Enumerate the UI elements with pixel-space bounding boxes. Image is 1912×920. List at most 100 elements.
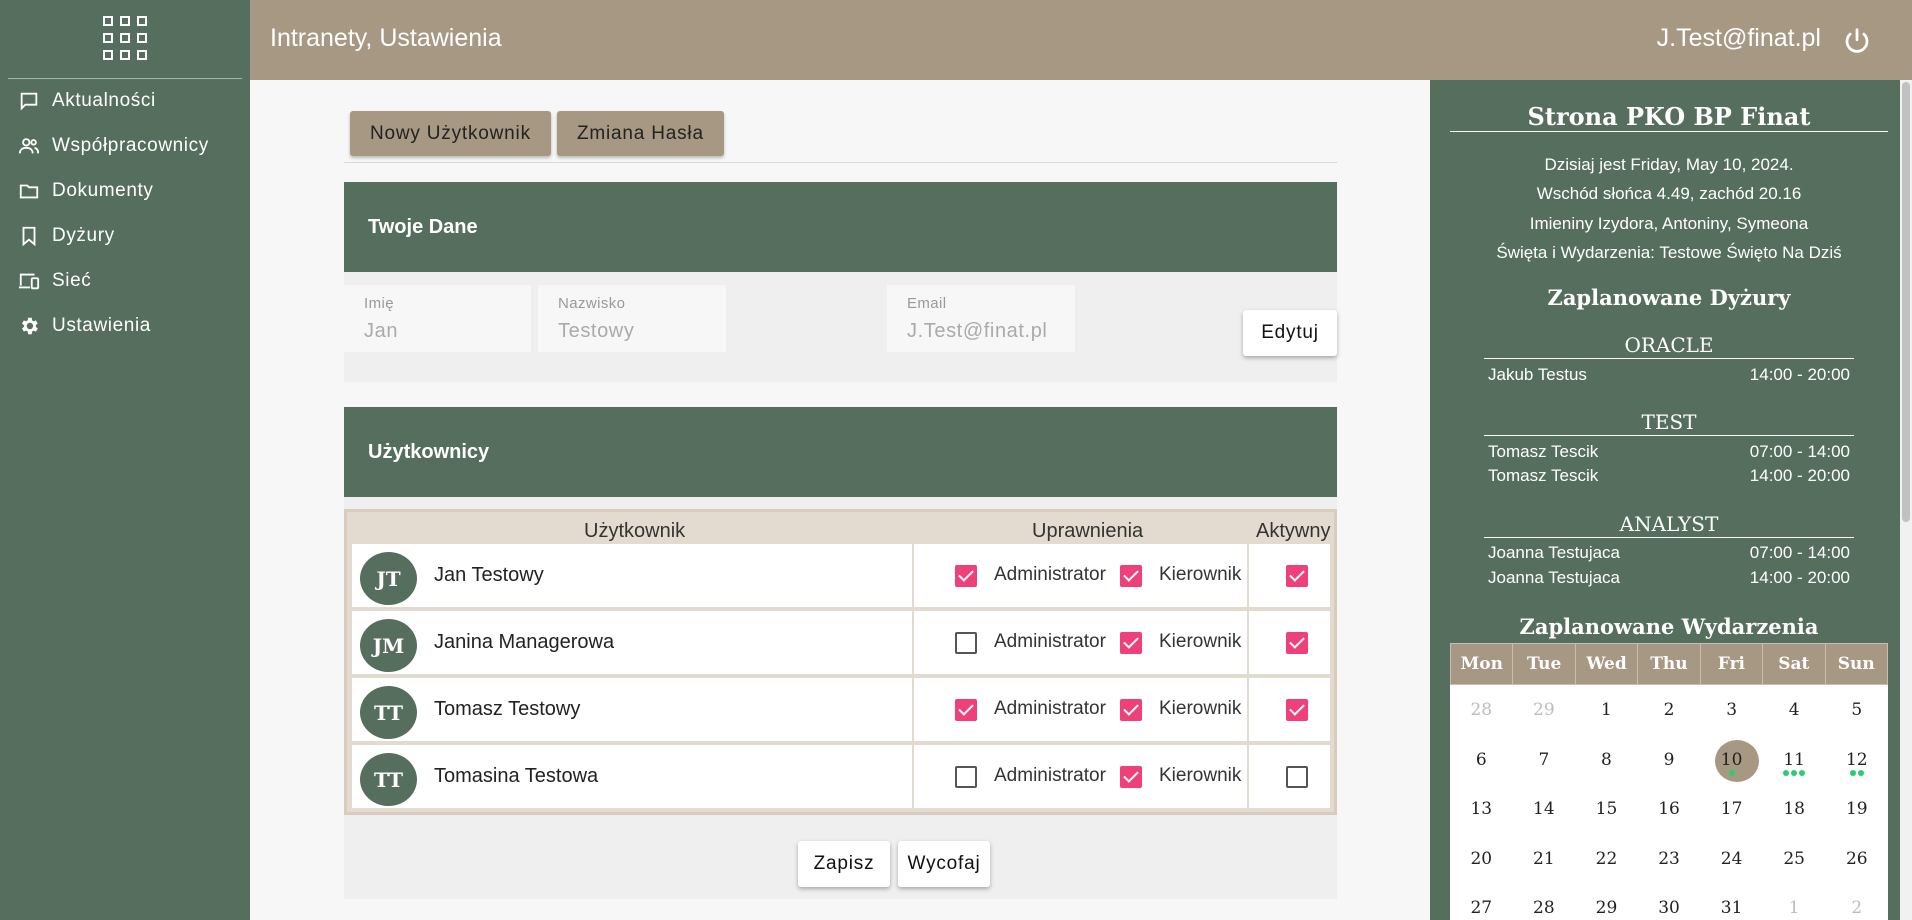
divider xyxy=(1247,544,1249,607)
calendar-day[interactable]: 15 xyxy=(1575,784,1638,834)
last-name-label: Nazwisko xyxy=(558,295,626,312)
day-number: 1 xyxy=(1788,898,1800,918)
power-icon[interactable] xyxy=(1842,26,1872,56)
admin-checkbox[interactable] xyxy=(955,565,977,587)
day-number: 24 xyxy=(1720,848,1743,869)
calendar-day[interactable]: 25 xyxy=(1763,834,1826,884)
calendar-day[interactable]: 2 xyxy=(1825,883,1888,920)
day-number: 1 xyxy=(1601,700,1612,720)
calendar-day[interactable]: 28 xyxy=(1450,685,1513,735)
calendar-day[interactable]: 22 xyxy=(1575,834,1638,884)
avatar: JM xyxy=(360,619,417,672)
sidebar-item-ustawienia[interactable]: Ustawienia xyxy=(18,311,151,341)
sidebar-item-wspolpracownicy[interactable]: Współpracownicy xyxy=(18,131,209,161)
calendar-day[interactable]: 16 xyxy=(1638,784,1701,834)
day-number: 28 xyxy=(1470,700,1493,720)
calendar-day[interactable]: 13 xyxy=(1450,784,1513,834)
day-number: 5 xyxy=(1851,700,1863,720)
divider xyxy=(912,678,914,741)
divider xyxy=(1247,611,1249,674)
calendar-day[interactable]: 19 xyxy=(1825,784,1888,834)
calendar-day[interactable]: 9 xyxy=(1638,735,1701,785)
admin-label: Administrator xyxy=(994,698,1106,719)
shift-entry: Jakub Testus 14:00 - 20:00 xyxy=(1488,365,1850,385)
calendar-day[interactable]: 29 xyxy=(1575,883,1638,920)
calendar-day[interactable]: 24 xyxy=(1700,834,1763,884)
day-number: 25 xyxy=(1783,848,1805,869)
calendar-day[interactable]: 12 xyxy=(1825,735,1888,785)
change-password-button[interactable]: Zmiana Hasła xyxy=(557,111,724,156)
calendar-day[interactable]: 3 xyxy=(1700,685,1763,735)
calendar-week: 28 29 1 2 3 4 5 xyxy=(1450,685,1888,735)
edit-button[interactable]: Edytuj xyxy=(1243,310,1337,356)
calendar-day[interactable]: 26 xyxy=(1825,834,1888,884)
calendar-day[interactable]: 2 xyxy=(1638,685,1701,735)
event-dot xyxy=(1857,769,1864,776)
calendar-day[interactable]: 29 xyxy=(1513,685,1576,735)
calendar-day[interactable]: 1 xyxy=(1763,883,1826,920)
day-number: 31 xyxy=(1720,898,1743,918)
calendar-day[interactable]: 21 xyxy=(1513,834,1576,884)
manager-checkbox[interactable] xyxy=(1120,565,1142,587)
event-dot xyxy=(1849,769,1856,776)
last-name-value: Testowy xyxy=(558,320,635,342)
calendar-day[interactable]: 8 xyxy=(1575,735,1638,785)
event-dots xyxy=(1825,769,1888,776)
table-row: TT Tomasz Testowy Administrator Kierowni… xyxy=(352,678,1330,741)
column-header-permissions: Uprawnienia xyxy=(1032,520,1144,542)
calendar-day[interactable]: 31 xyxy=(1700,883,1763,920)
sidebar-item-siec[interactable]: Sieć xyxy=(18,266,91,296)
avatar: TT xyxy=(360,686,417,739)
active-checkbox[interactable] xyxy=(1286,766,1308,788)
panel-scrollbar[interactable] xyxy=(1900,80,1912,920)
sidebar-item-aktualnosci[interactable]: Aktualności xyxy=(18,86,156,116)
day-number: 22 xyxy=(1595,848,1618,869)
shift-person: Jakub Testus xyxy=(1488,365,1587,384)
shift-time: 07:00 - 14:00 xyxy=(1749,442,1850,461)
active-checkbox[interactable] xyxy=(1286,699,1308,721)
info-panel: Strona PKO BP Finat Dzisiaj jest Friday,… xyxy=(1430,80,1912,920)
calendar-day[interactable]: 18 xyxy=(1763,784,1826,834)
sidebar-item-dokumenty[interactable]: Dokumenty xyxy=(18,176,154,206)
calendar-day[interactable]: 7 xyxy=(1513,735,1576,785)
day-number: 26 xyxy=(1845,848,1868,869)
calendar-day[interactable]: 17 xyxy=(1700,784,1763,834)
revert-button[interactable]: Wycofaj xyxy=(898,841,990,887)
calendar-day[interactable]: 27 xyxy=(1450,883,1513,920)
calendar-day[interactable]: 14 xyxy=(1513,784,1576,834)
manager-checkbox[interactable] xyxy=(1120,632,1142,654)
save-button[interactable]: Zapisz xyxy=(798,841,890,887)
sidebar-item-dyzury[interactable]: Dyżury xyxy=(18,221,115,251)
day-number: 3 xyxy=(1726,700,1738,720)
admin-checkbox[interactable] xyxy=(955,632,977,654)
calendar-day[interactable]: 23 xyxy=(1638,834,1701,884)
scrollbar-thumb[interactable] xyxy=(1902,82,1910,522)
day-number: 16 xyxy=(1658,799,1680,819)
active-checkbox[interactable] xyxy=(1286,632,1308,654)
sidebar-divider xyxy=(8,78,242,79)
calendar-day[interactable]: 4 xyxy=(1763,685,1826,735)
day-number: 18 xyxy=(1783,799,1805,819)
active-checkbox[interactable] xyxy=(1286,565,1308,587)
manager-checkbox[interactable] xyxy=(1120,699,1142,721)
calendar-day[interactable]: 28 xyxy=(1513,883,1576,920)
apps-grid-icon[interactable] xyxy=(103,16,147,60)
calendar-day-today[interactable]: 10 xyxy=(1700,735,1763,785)
weekday-header: Mon xyxy=(1451,644,1514,684)
calendar-day[interactable]: 30 xyxy=(1638,883,1701,920)
shift-group-name: ORACLE xyxy=(1624,333,1714,357)
users-card-header: Użytkownicy xyxy=(344,407,1337,497)
admin-checkbox[interactable] xyxy=(955,766,977,788)
calendar-day[interactable]: 20 xyxy=(1450,834,1513,884)
calendar-day[interactable]: 5 xyxy=(1825,685,1888,735)
email-field[interactable]: Email J.Test@finat.pl xyxy=(887,285,1075,352)
calendar-day[interactable]: 6 xyxy=(1450,735,1513,785)
admin-checkbox[interactable] xyxy=(955,699,977,721)
first-name-field[interactable]: Imię Jan xyxy=(344,285,531,352)
calendar-day[interactable]: 1 xyxy=(1575,685,1638,735)
manager-label: Kierownik xyxy=(1159,564,1242,585)
last-name-field[interactable]: Nazwisko Testowy xyxy=(538,285,726,352)
new-user-button[interactable]: Nowy Użytkownik xyxy=(350,111,551,156)
manager-checkbox[interactable] xyxy=(1120,766,1142,788)
calendar-day[interactable]: 11 xyxy=(1763,735,1826,785)
